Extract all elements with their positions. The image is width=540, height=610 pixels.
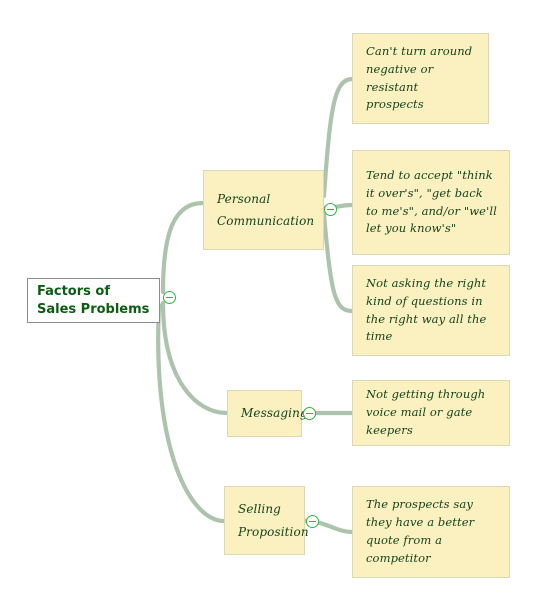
leaf-node-right-questions[interactable]: Not asking the right kind of questions i… (352, 265, 510, 356)
branch-node-personal-communication[interactable]: Personal Communication (203, 170, 324, 250)
branch-node-selling-proposition[interactable]: Selling Proposition (224, 486, 309, 555)
branch-label-personal-communication: Personal Communication (217, 191, 315, 228)
leaf-label-voice-mail-gatekeepers: Not getting through voice mail or gate k… (366, 387, 486, 437)
branch-label-messaging: Messaging (241, 406, 308, 421)
branch-label-selling-proposition: Selling Proposition (238, 502, 309, 539)
branch-node-messaging[interactable]: Messaging (227, 390, 308, 437)
leaf-node-voice-mail-gatekeepers[interactable]: Not getting through voice mail or gate k… (352, 380, 510, 446)
collapse-toggle-root[interactable] (163, 291, 176, 304)
collapse-toggle-personal-communication[interactable] (324, 203, 337, 216)
root-node[interactable]: Factors of Sales Problems (27, 278, 160, 323)
edge-root-to-selling-proposition (156, 302, 227, 524)
leaf-node-better-quote[interactable]: The prospects say they have a better quo… (352, 486, 510, 578)
collapse-toggle-messaging[interactable] (303, 407, 316, 420)
edge-root-to-personal-communication (160, 200, 206, 295)
leaf-label-tend-to-accept: Tend to accept "think it over's", "get b… (366, 167, 497, 236)
leaf-label-better-quote: The prospects say they have a better quo… (366, 497, 475, 565)
mind-map-canvas: Factors of Sales Problems Personal Commu… (0, 0, 540, 610)
leaf-label-negative-prospects: Can't turn around negative or resistant … (366, 43, 473, 112)
leaf-label-right-questions: Not asking the right kind of questions i… (366, 275, 487, 344)
root-node-label: Factors of Sales Problems (37, 283, 150, 317)
edge-root-to-messaging (160, 300, 230, 416)
edge-personal-communication-to-right-questions (321, 211, 355, 314)
edge-personal-communication-to-negative-prospects (321, 76, 355, 199)
leaf-node-negative-prospects[interactable]: Can't turn around negative or resistant … (352, 33, 489, 124)
collapse-toggle-selling-proposition[interactable] (306, 515, 319, 528)
leaf-node-tend-to-accept[interactable]: Tend to accept "think it over's", "get b… (352, 150, 510, 255)
